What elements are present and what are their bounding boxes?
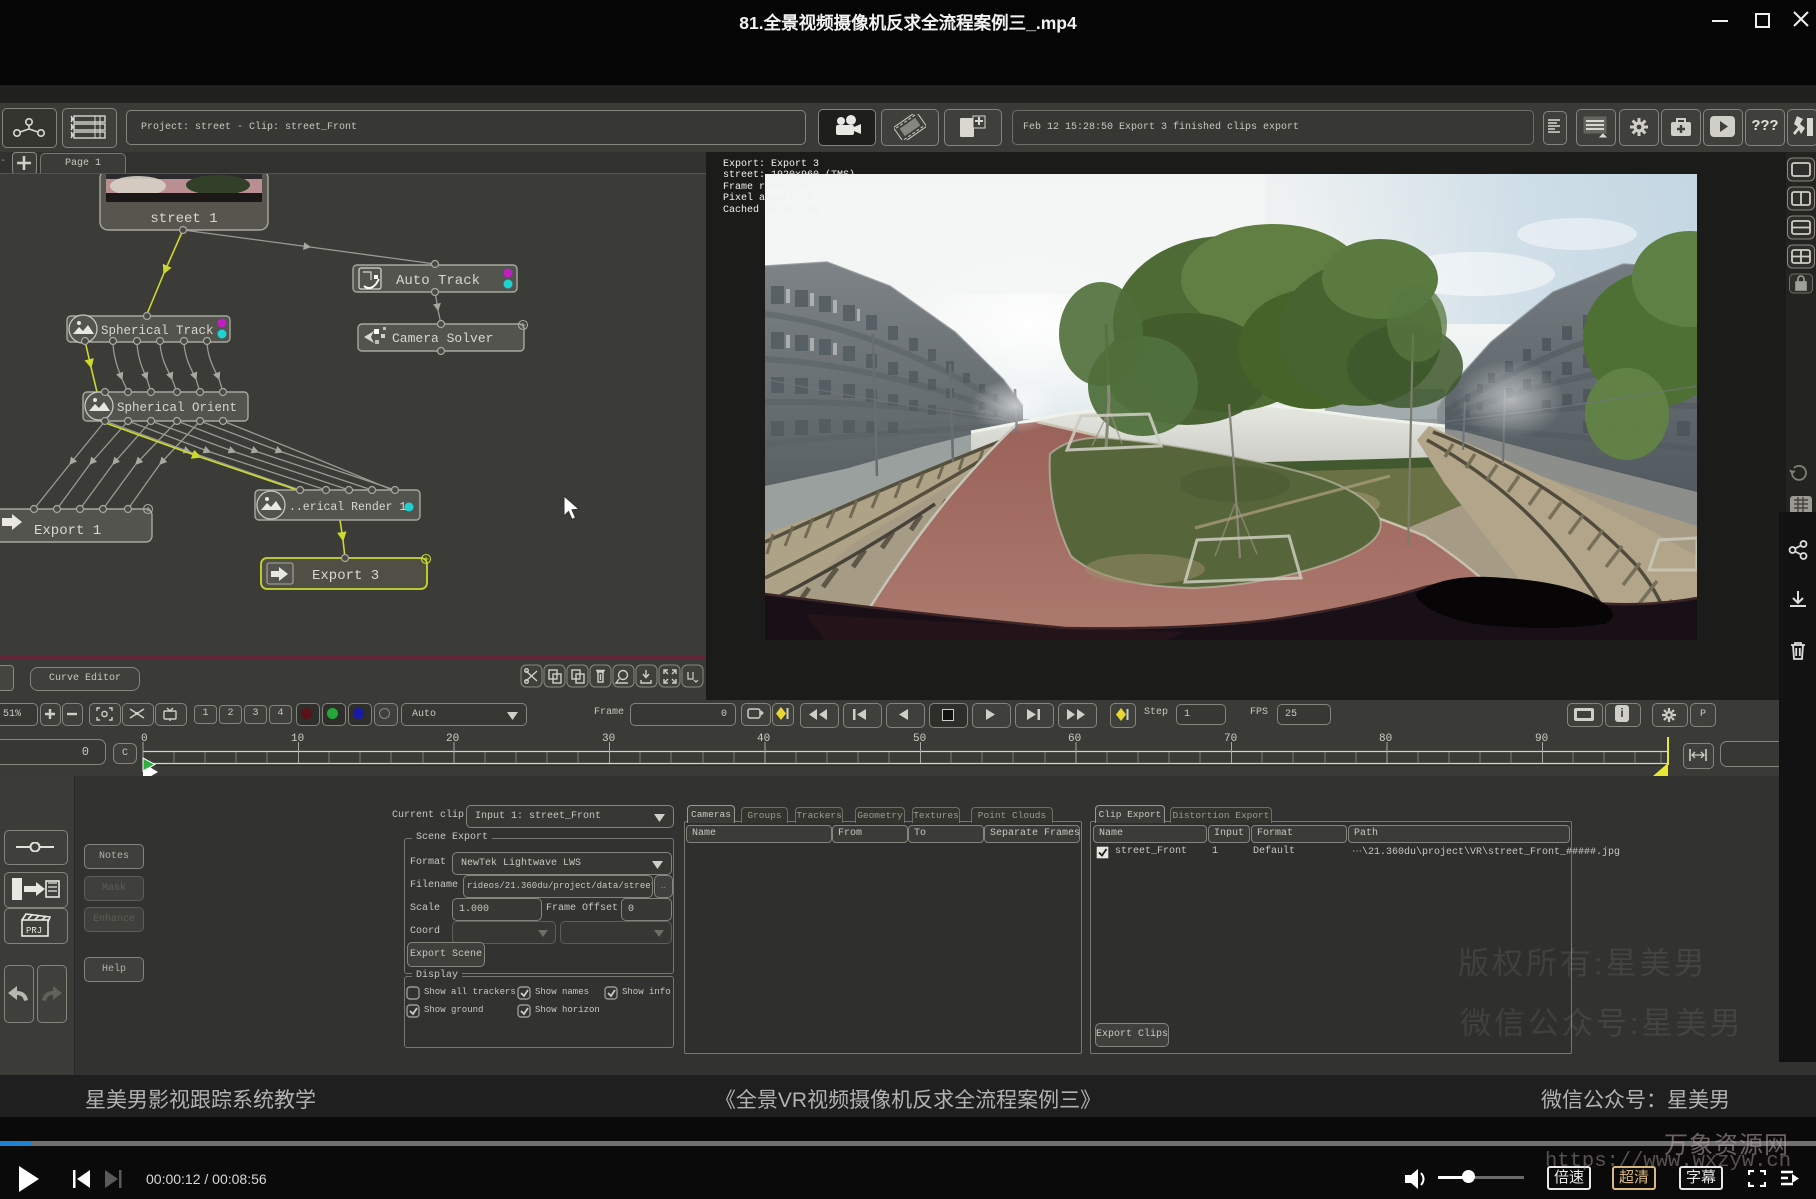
svg-text:Auto Track: Auto Track <box>396 273 480 289</box>
svg-text:0: 0 <box>141 733 148 745</box>
svg-text:10: 10 <box>291 733 304 745</box>
svg-text:30: 30 <box>602 733 615 745</box>
svg-text:..erical Render 1: ..erical Render 1 <box>289 501 406 514</box>
svg-text:Spherical Track: Spherical Track <box>101 324 214 338</box>
svg-text:Camera Solver: Camera Solver <box>392 331 493 346</box>
svg-text:60: 60 <box>1068 733 1081 745</box>
svg-text:90: 90 <box>1535 733 1548 745</box>
svg-text:20: 20 <box>446 733 459 745</box>
svg-text:40: 40 <box>757 733 770 745</box>
svg-text:PRJ: PRJ <box>26 926 42 936</box>
svg-text:Export 1: Export 1 <box>34 523 101 539</box>
svg-text:80: 80 <box>1379 733 1392 745</box>
svg-text:Export 3: Export 3 <box>312 568 379 584</box>
svg-text:Spherical Orient: Spherical Orient <box>117 401 237 415</box>
svg-text:50: 50 <box>913 733 926 745</box>
svg-text:70: 70 <box>1224 733 1237 745</box>
svg-text:street 1: street 1 <box>150 211 217 227</box>
